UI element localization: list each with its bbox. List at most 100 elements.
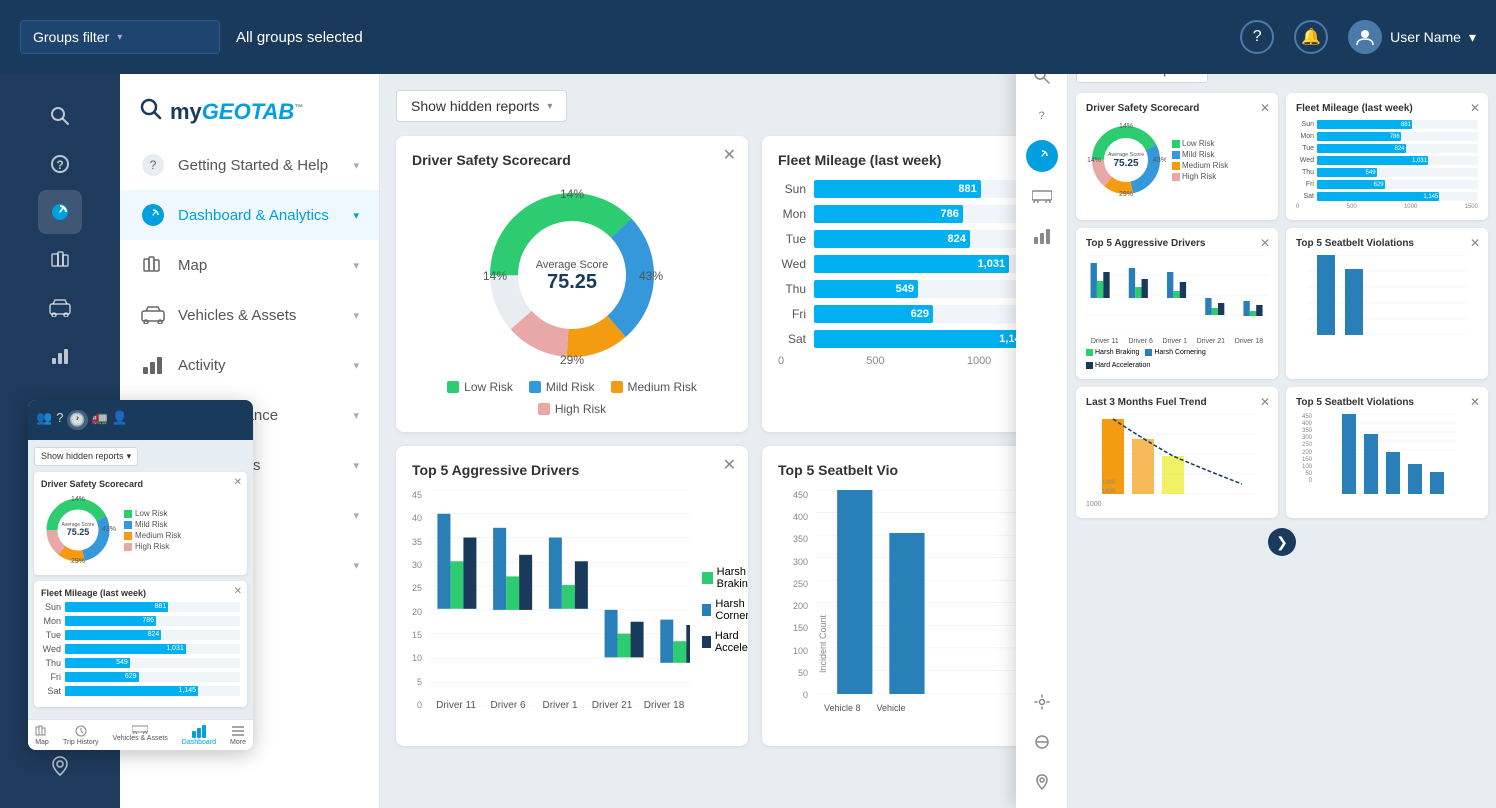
show-hidden-reports-button[interactable]: Show hidden reports ▾ bbox=[396, 90, 567, 122]
overlay-seatbelt-close[interactable]: ✕ bbox=[1470, 236, 1480, 250]
bar-fill-sat: 1,145 bbox=[814, 330, 1031, 348]
overlay-seatbelt-title: Top 5 Seatbelt Violations bbox=[1296, 238, 1478, 249]
overlay-aggressive-close[interactable]: ✕ bbox=[1260, 236, 1270, 250]
rail-icon-help[interactable]: ? bbox=[38, 142, 82, 186]
svg-text:75.25: 75.25 bbox=[67, 527, 90, 537]
svg-text:29%: 29% bbox=[71, 558, 85, 565]
low-risk-label: Low Risk bbox=[464, 380, 513, 394]
overlay-sidebar-dashboard[interactable] bbox=[1026, 140, 1058, 172]
legend-low-risk: Low Risk bbox=[447, 380, 513, 394]
vehicles-label: Vehicles & Assets bbox=[178, 307, 341, 324]
user-chevron-icon: ▾ bbox=[1469, 29, 1476, 46]
groups-filter-chevron-icon: ▾ bbox=[117, 32, 122, 43]
groups-chevron-icon: ▾ bbox=[353, 509, 359, 522]
sidebar-item-map[interactable]: Map ▾ bbox=[120, 240, 379, 290]
overlay-driver-safety-card: Driver Safety Scorecard ✕ Average Score … bbox=[1076, 93, 1278, 220]
overlay-sidebar-activity[interactable] bbox=[1026, 220, 1058, 252]
show-hidden-label: Show hidden reports bbox=[411, 98, 539, 114]
mini-nav-more[interactable]: More bbox=[230, 724, 246, 746]
legend-high-risk: High Risk bbox=[538, 402, 606, 416]
rail-icon-vehicles[interactable] bbox=[38, 286, 82, 330]
overlay-seatbelt2-title: Top 5 Seatbelt Violations bbox=[1296, 397, 1478, 408]
mini-driver-safety-title: Driver Safety Scorecard bbox=[41, 479, 240, 489]
bar-fill-sun: 881 bbox=[814, 180, 981, 198]
overlay-cards-row3: Last 3 Months Fuel Trend ✕ 1600 1000 100… bbox=[1076, 387, 1488, 518]
overlay-driver-safety-close[interactable]: ✕ bbox=[1260, 101, 1270, 115]
aggressive-drivers-chart: 45 40 35 30 25 20 15 10 5 0 bbox=[412, 490, 732, 730]
rail-icon-location[interactable] bbox=[38, 744, 82, 788]
overlay-driver-safety-title: Driver Safety Scorecard bbox=[1086, 103, 1268, 114]
rail-icon-dashboard[interactable] bbox=[38, 190, 82, 234]
mini-content: Show hidden reports ▾ Driver Safety Scor… bbox=[28, 440, 253, 719]
rail-icon-map[interactable] bbox=[38, 238, 82, 282]
overlay-fuel-card: Last 3 Months Fuel Trend ✕ 1600 1000 100… bbox=[1076, 387, 1278, 518]
sidebar-item-getting-started[interactable]: ? Getting Started & Help ▾ bbox=[120, 140, 379, 190]
svg-text:?: ? bbox=[56, 158, 63, 172]
donut-chart-svg: Average Score 75.25 14% 43% 29% 14% bbox=[477, 180, 667, 370]
overlay-seatbelt2-close[interactable]: ✕ bbox=[1470, 395, 1480, 409]
mini-nav-map[interactable]: Map bbox=[35, 724, 49, 746]
overlay-seatbelt-svg bbox=[1296, 255, 1478, 335]
overlay-sidebar-icons: ? bbox=[1016, 50, 1068, 808]
svg-text:14%: 14% bbox=[483, 269, 507, 283]
high-risk-label: High Risk bbox=[555, 402, 606, 416]
driver-safety-close-button[interactable]: ✕ bbox=[723, 148, 736, 164]
mini-person-icon: 👤 bbox=[112, 410, 128, 430]
legend-mild-risk: Mild Risk bbox=[529, 380, 595, 394]
rail-icon-activity[interactable] bbox=[38, 334, 82, 378]
mini-show-hidden-btn[interactable]: Show hidden reports ▾ bbox=[34, 447, 138, 466]
sidebar-item-vehicles[interactable]: Vehicles & Assets ▾ bbox=[120, 290, 379, 340]
svg-text:29%: 29% bbox=[1119, 191, 1133, 198]
overlay-aggressive-title: Top 5 Aggressive Drivers bbox=[1086, 238, 1268, 249]
rail-icon-search[interactable] bbox=[38, 94, 82, 138]
overlay-fuel-close[interactable]: ✕ bbox=[1260, 395, 1270, 409]
aggressive-drivers-close-button[interactable]: ✕ bbox=[723, 458, 736, 474]
donut-container: Average Score 75.25 14% 43% 29% 14% Lo bbox=[412, 180, 732, 416]
overlay-sidebar-vehicles[interactable] bbox=[1026, 180, 1058, 212]
sidebar-item-dashboard[interactable]: Dashboard & Analytics ▾ bbox=[120, 190, 379, 240]
svg-text:14%: 14% bbox=[71, 496, 85, 503]
map-label: Map bbox=[178, 257, 341, 274]
administration-chevron-icon: ▾ bbox=[353, 559, 359, 572]
mini-people-icon: 👥 bbox=[36, 410, 52, 430]
bar-fill-tue: 824 bbox=[814, 230, 970, 248]
overlay-sidebar-block[interactable] bbox=[1026, 726, 1058, 758]
sidebar-item-activity[interactable]: Activity ▾ bbox=[120, 340, 379, 390]
overlay-next-btn[interactable]: ❯ bbox=[1268, 528, 1296, 556]
mini-nav-icons: 👥 ? 🕐 🚛 👤 bbox=[36, 410, 128, 430]
overlay-donut-svg: Average Score 75.25 14% 43% 29% 14% bbox=[1086, 120, 1166, 200]
overlay-sidebar-location[interactable] bbox=[1026, 766, 1058, 798]
medium-risk-dot bbox=[611, 381, 623, 393]
groups-filter-label: Groups filter bbox=[33, 29, 109, 45]
low-risk-dot bbox=[447, 381, 459, 393]
svg-text:1000: 1000 bbox=[1102, 480, 1116, 486]
mini-driver-safety-close[interactable]: ✕ bbox=[234, 477, 242, 488]
mini-fleet-close[interactable]: ✕ bbox=[234, 586, 242, 597]
dashboard-chevron-icon: ▾ bbox=[353, 209, 359, 222]
mini-nav-dashboard[interactable]: Dashboard bbox=[182, 724, 216, 746]
mini-driver-safety-card: Driver Safety Scorecard ✕ Average Score … bbox=[34, 472, 247, 575]
overlay-sidebar-help[interactable]: ? bbox=[1026, 100, 1058, 132]
notifications-button[interactable]: 🔔 bbox=[1294, 20, 1328, 54]
overlay-cards-row2: Top 5 Aggressive Drivers ✕ bbox=[1076, 228, 1488, 379]
dashboard-icon bbox=[140, 202, 166, 228]
mini-nav-vehicles[interactable]: Vehicles & Assets bbox=[113, 724, 168, 746]
seatbelt-vehicle8-label: Vehicle 8 bbox=[824, 703, 861, 713]
logo-area: myGEOTAB™ bbox=[120, 84, 379, 140]
agg-drivers-svg bbox=[430, 490, 690, 706]
overlay-fleet-mileage-title: Fleet Mileage (last week) bbox=[1296, 103, 1478, 114]
groups-filter-button[interactable]: Groups filter ▾ bbox=[20, 20, 220, 54]
overlay-fleet-close[interactable]: ✕ bbox=[1470, 101, 1480, 115]
user-menu-button[interactable]: User Name ▾ bbox=[1348, 20, 1476, 54]
overlay-sidebar-settings[interactable] bbox=[1026, 686, 1058, 718]
mini-nav-trip-history[interactable]: Trip History bbox=[63, 724, 99, 746]
bar-label-wed: Wed bbox=[778, 257, 806, 271]
mini-show-chevron: ▾ bbox=[127, 451, 132, 462]
svg-text:1600: 1600 bbox=[1102, 489, 1116, 494]
getting-started-chevron-icon: ▾ bbox=[353, 159, 359, 172]
axis-0: 0 bbox=[778, 355, 784, 367]
bar-label-fri: Fri bbox=[778, 307, 806, 321]
help-button[interactable]: ? bbox=[1240, 20, 1274, 54]
driver-safety-title: Driver Safety Scorecard bbox=[412, 152, 732, 168]
bell-icon: 🔔 bbox=[1301, 27, 1321, 47]
